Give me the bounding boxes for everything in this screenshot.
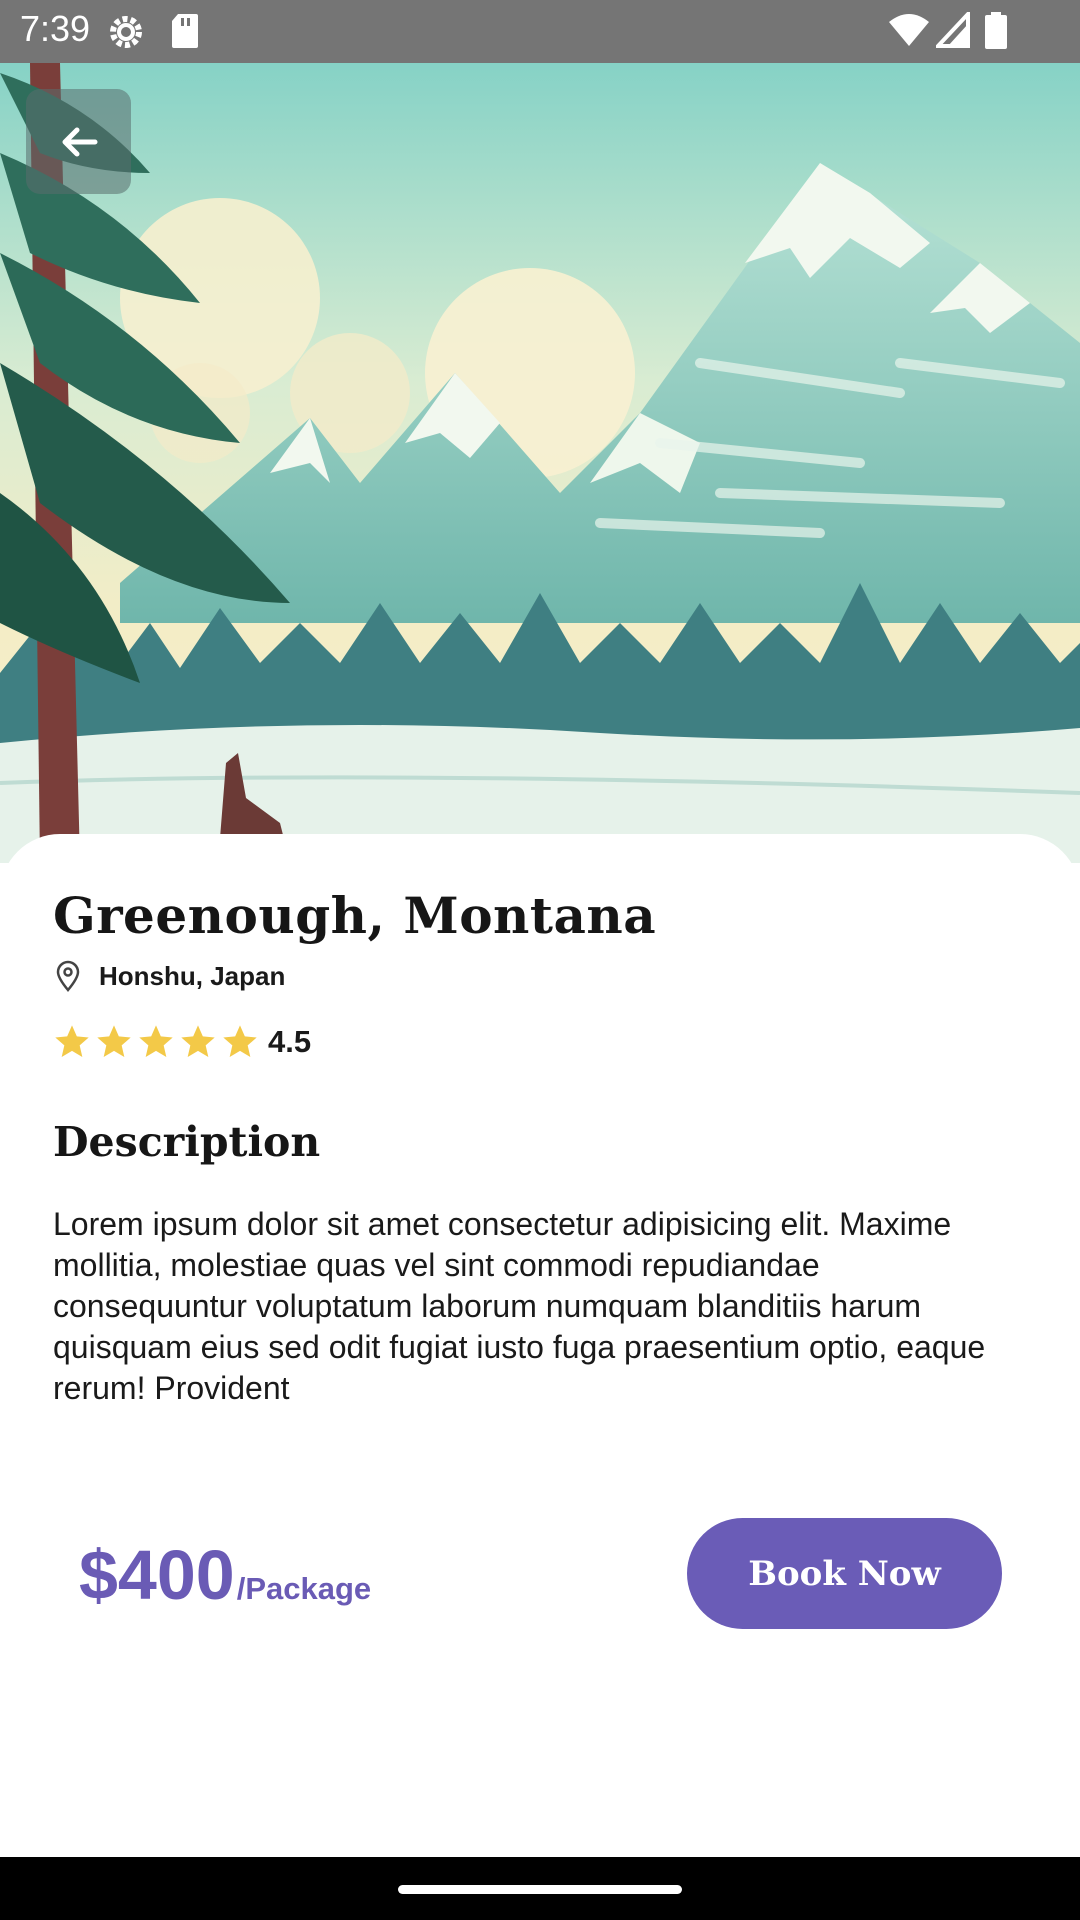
back-button[interactable] [26, 89, 131, 194]
status-bar: 7:39 [0, 0, 1080, 63]
sd-card-icon [172, 14, 198, 48]
price-unit: /Package [236, 1571, 372, 1606]
description-text: Lorem ipsum dolor sit amet consectetur a… [53, 1206, 986, 1406]
status-time: 7:39 [20, 8, 91, 49]
star-icon [97, 1025, 131, 1057]
mountain-illustration [0, 63, 1080, 863]
hero-image [0, 63, 1080, 863]
price-value: $400 [79, 1536, 235, 1614]
star-icon [55, 1025, 89, 1057]
location-row: Honshu, Japan [55, 960, 285, 992]
book-now-button[interactable]: Book Now [687, 1518, 1002, 1629]
navigation-bar [0, 1857, 1080, 1920]
location-text: Honshu, Japan [99, 960, 286, 991]
wifi-icon [889, 14, 929, 46]
star-icon [139, 1025, 173, 1057]
star-icon [181, 1025, 215, 1057]
home-gesture-handle[interactable] [398, 1885, 682, 1894]
battery-icon [985, 12, 1007, 49]
rating-row: 4.5 [52, 1022, 311, 1062]
signal-icon [936, 12, 970, 48]
settings-icon [110, 16, 142, 48]
rating-value: 4.5 [268, 1024, 312, 1059]
description-heading: Description [53, 1118, 321, 1166]
price-row: $400 /Package [79, 1535, 371, 1615]
map-pin-icon [56, 960, 80, 992]
arrow-left-icon [62, 127, 97, 156]
place-title: Greenough, Montana [53, 886, 657, 945]
star-icon [223, 1025, 257, 1057]
